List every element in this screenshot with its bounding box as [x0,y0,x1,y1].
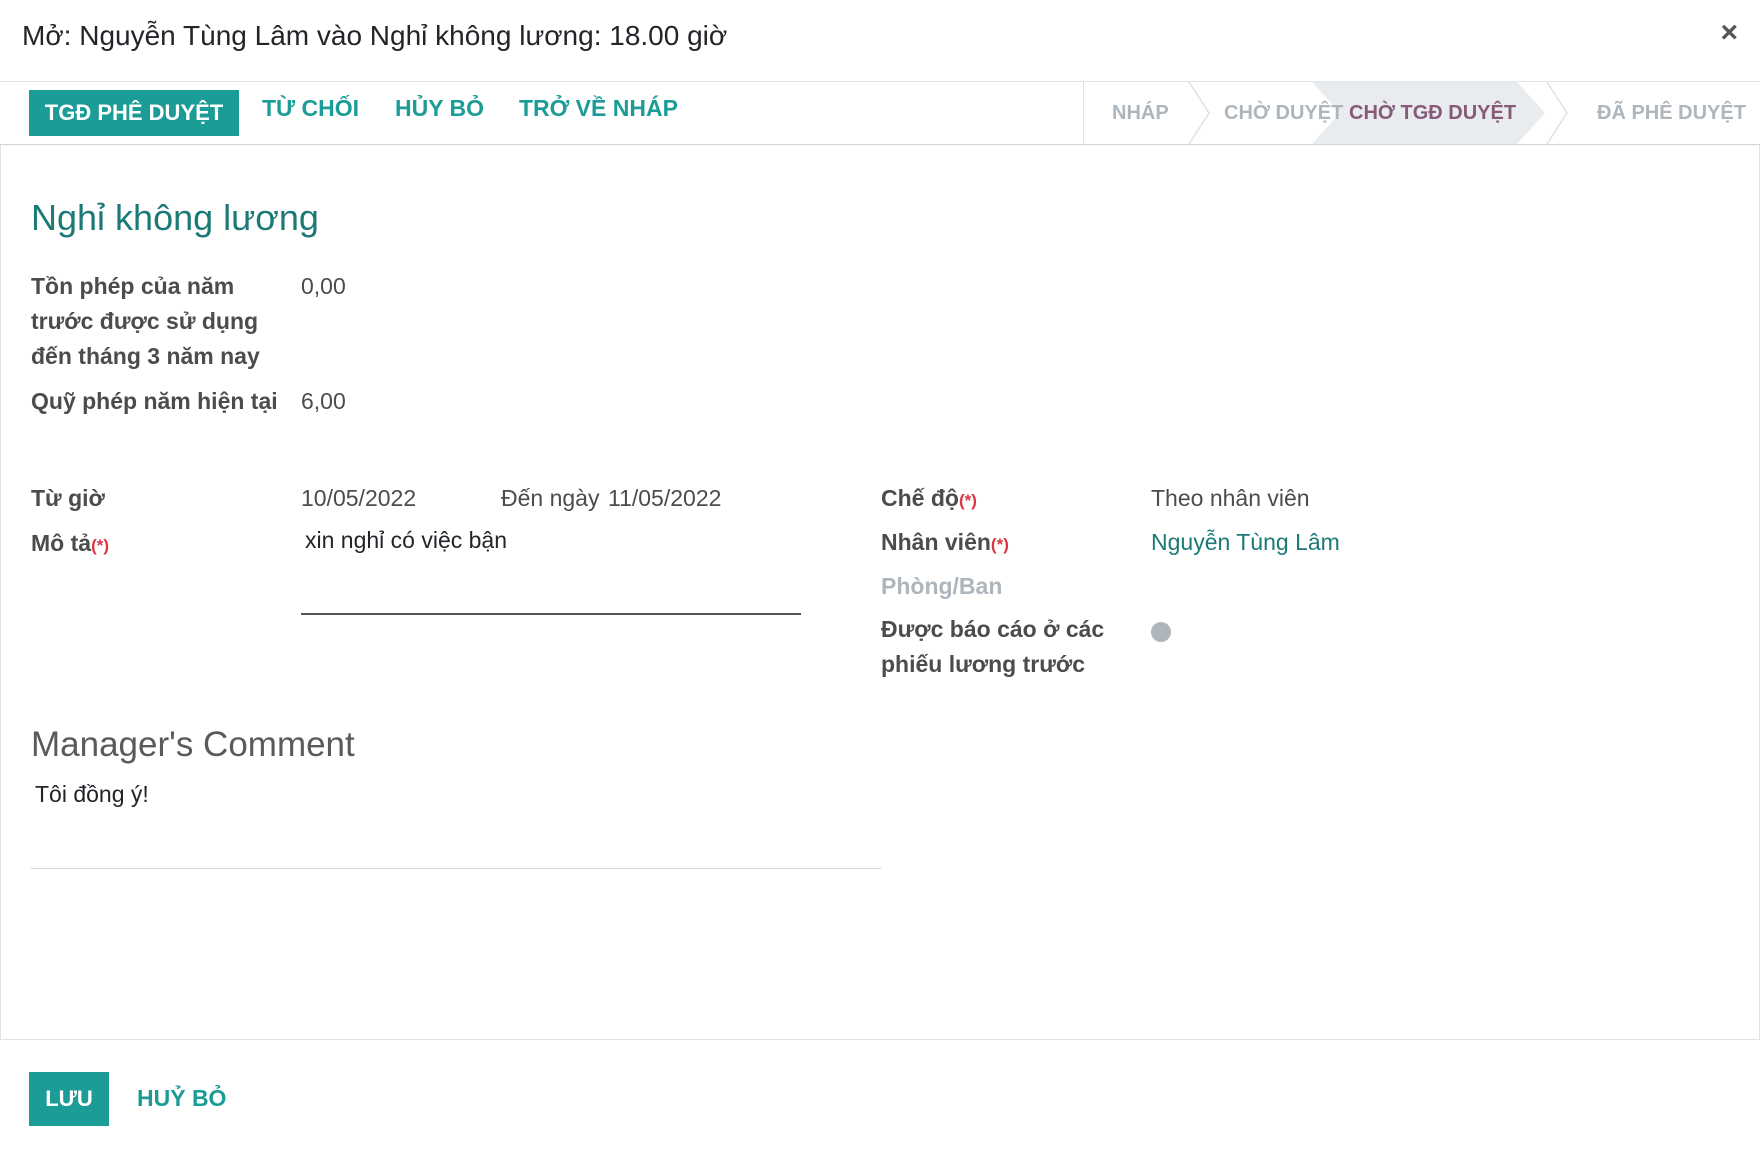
dialog-title: Mở: Nguyễn Tùng Lâm vào Nghỉ không lương… [22,20,728,51]
dialog-footer: LƯU HUỶ BỎ [0,1040,1760,1162]
mode-value[interactable]: Theo nhân viên [1151,481,1310,516]
stage-ceo-approve: CHỜ TGĐ DUYỆT [1349,102,1517,124]
required-mark: (*) [91,536,110,555]
stage-draft: NHÁP [1112,102,1169,124]
reset-to-draft-button[interactable]: TRỞ VỀ NHÁP [519,95,678,122]
description-label: Mô tả(*) [31,526,109,563]
prev-year-leave-label: Tồn phép của năm trước được sử dụng đến … [31,273,260,369]
current-quota-label: Quỹ phép năm hiện tại [31,388,278,414]
to-label: Đến ngày [501,485,600,511]
from-date-field[interactable]: 10/05/2022 [301,481,416,516]
cancel-leave-button[interactable]: HỦY BỎ [395,95,484,122]
required-mark: (*) [990,535,1009,554]
mode-label: Chế độ(*) [881,481,977,518]
employee-link[interactable]: Nguyễn Tùng Lâm [1151,525,1340,560]
mode-label-text: Chế độ [881,485,959,511]
leave-type-title: Nghỉ không lương [31,197,319,238]
employee-label: Nhân viên(*) [881,525,1009,562]
current-quota-value: 6,00 [301,388,346,414]
ceo-approve-button[interactable]: TGĐ PHÊ DUYỆT [29,90,239,136]
required-mark: (*) [958,491,977,510]
dialog-header: Mở: Nguyễn Tùng Lâm vào Nghỉ không lương… [0,0,1760,82]
stage-to-approve: CHỜ DUYỆT [1224,102,1344,124]
form-sheet: Nghỉ không lương Tồn phép của năm trước … [0,145,1760,1040]
prev-year-leave-value: 0,00 [301,273,346,299]
description-label-text: Mô tả [31,530,92,556]
stage-separator-icon [1546,82,1568,144]
refuse-button[interactable]: TỪ CHỐI [262,95,359,122]
from-label: Từ giờ [31,485,105,511]
manager-comment-input[interactable]: Tôi đồng ý! [31,777,881,869]
employee-label-text: Nhân viên [881,529,991,555]
reported-label: Được báo cáo ở các phiếu lương trước [881,616,1105,677]
close-icon[interactable]: × [1720,18,1738,48]
stage-separator-icon [1188,82,1210,144]
description-input[interactable]: xin nghỉ có việc bận [301,523,801,615]
to-date-field[interactable]: 11/05/2022 [608,481,721,516]
reported-status-toggle[interactable] [1151,622,1171,642]
discard-button[interactable]: HUỶ BỎ [137,1085,226,1112]
status-bar: TGĐ PHÊ DUYỆT TỪ CHỐI HỦY BỎ TRỞ VỀ NHÁP… [0,82,1760,145]
department-label: Phòng/Ban [881,573,1003,599]
stage-indicator: NHÁP CHỜ DUYỆT CHỜ TGĐ DUYỆT ĐÃ PHÊ DUYỆ… [1083,82,1760,144]
save-button[interactable]: LƯU [29,1072,109,1126]
stage-approved: ĐÃ PHÊ DUYỆT [1597,102,1746,124]
manager-comment-title: Manager's Comment [31,725,355,764]
